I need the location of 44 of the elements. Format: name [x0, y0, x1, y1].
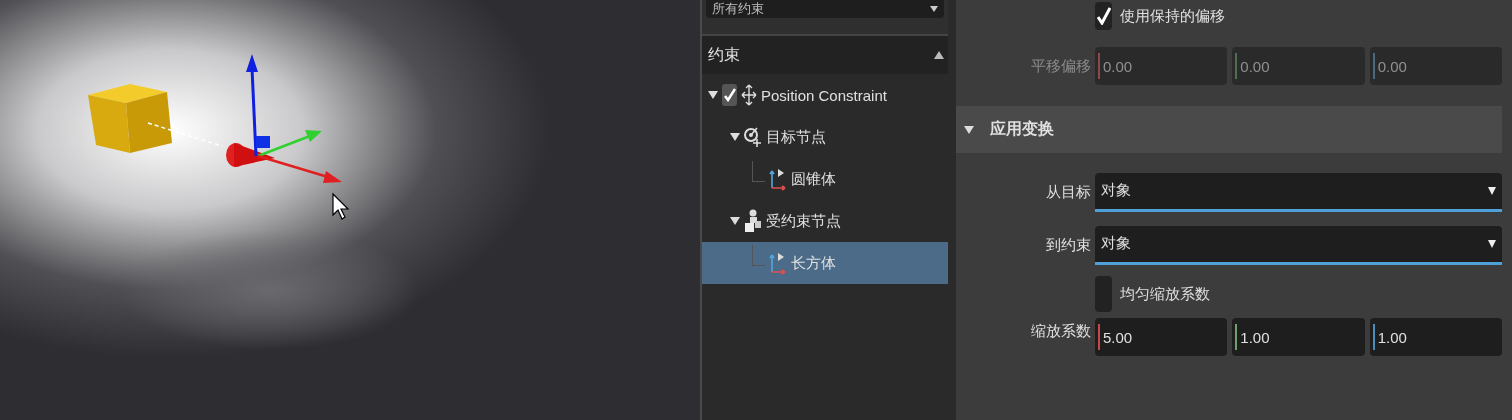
field-label: 到约束	[1045, 235, 1092, 255]
tree-item-label: Position Constraint	[761, 86, 887, 104]
number-field[interactable]: 1.00	[1369, 318, 1502, 356]
target-icon	[744, 126, 762, 148]
tree-item[interactable]: 受约束节点	[702, 200, 948, 242]
constraint-filter-dropdown[interactable]: 所有约束	[706, 0, 944, 18]
tree-item-label: 圆锥体	[791, 169, 836, 189]
tree-item-label: 受约束节点	[766, 211, 841, 231]
field-label: 从目标	[1045, 182, 1092, 202]
number-field[interactable]: 5.00	[1095, 318, 1228, 356]
expand-arrow-icon[interactable]	[708, 91, 718, 99]
caret-icon	[1488, 186, 1496, 195]
tree-item[interactable]: 圆锥体	[702, 158, 948, 200]
cursor-icon	[332, 192, 350, 220]
expand-arrow-icon[interactable]	[964, 125, 974, 134]
caret-icon	[1488, 239, 1496, 248]
move-icon	[741, 84, 757, 106]
section-header[interactable]: 应用变换	[956, 106, 1502, 153]
checkbox[interactable]	[1095, 276, 1112, 312]
checkbox-label: 均匀缩放系数	[1120, 284, 1210, 304]
checkbox[interactable]	[1095, 2, 1112, 30]
caret-icon	[930, 6, 938, 12]
field-label: 缩放系数	[1030, 321, 1092, 341]
section-title: 应用变换	[990, 119, 1054, 139]
field-label: 平移偏移	[1030, 56, 1092, 76]
checkbox-label: 使用保持的偏移	[1120, 6, 1225, 26]
tree-connector	[752, 160, 765, 182]
tree-connector	[752, 244, 765, 266]
figure-icon	[744, 209, 762, 233]
checkbox[interactable]	[722, 84, 737, 106]
dropdown[interactable]: 对象	[1095, 172, 1502, 212]
axis-icon	[769, 251, 787, 275]
axis-icon	[769, 167, 787, 191]
expand-arrow-icon[interactable]	[730, 217, 740, 225]
tree-item[interactable]: 目标节点	[702, 116, 948, 158]
collapse-icon[interactable]	[934, 51, 944, 59]
tree-item[interactable]: Position Constraint	[702, 74, 948, 116]
expand-arrow-icon[interactable]	[730, 133, 740, 141]
number-field[interactable]: 1.00	[1232, 318, 1365, 356]
dropdown[interactable]: 对象	[1095, 225, 1502, 265]
tree-item[interactable]: 长方体	[702, 242, 948, 284]
tree-item-label: 长方体	[791, 253, 836, 273]
tree-item-label: 目标节点	[766, 127, 826, 147]
tree-title: 约束	[708, 44, 740, 65]
